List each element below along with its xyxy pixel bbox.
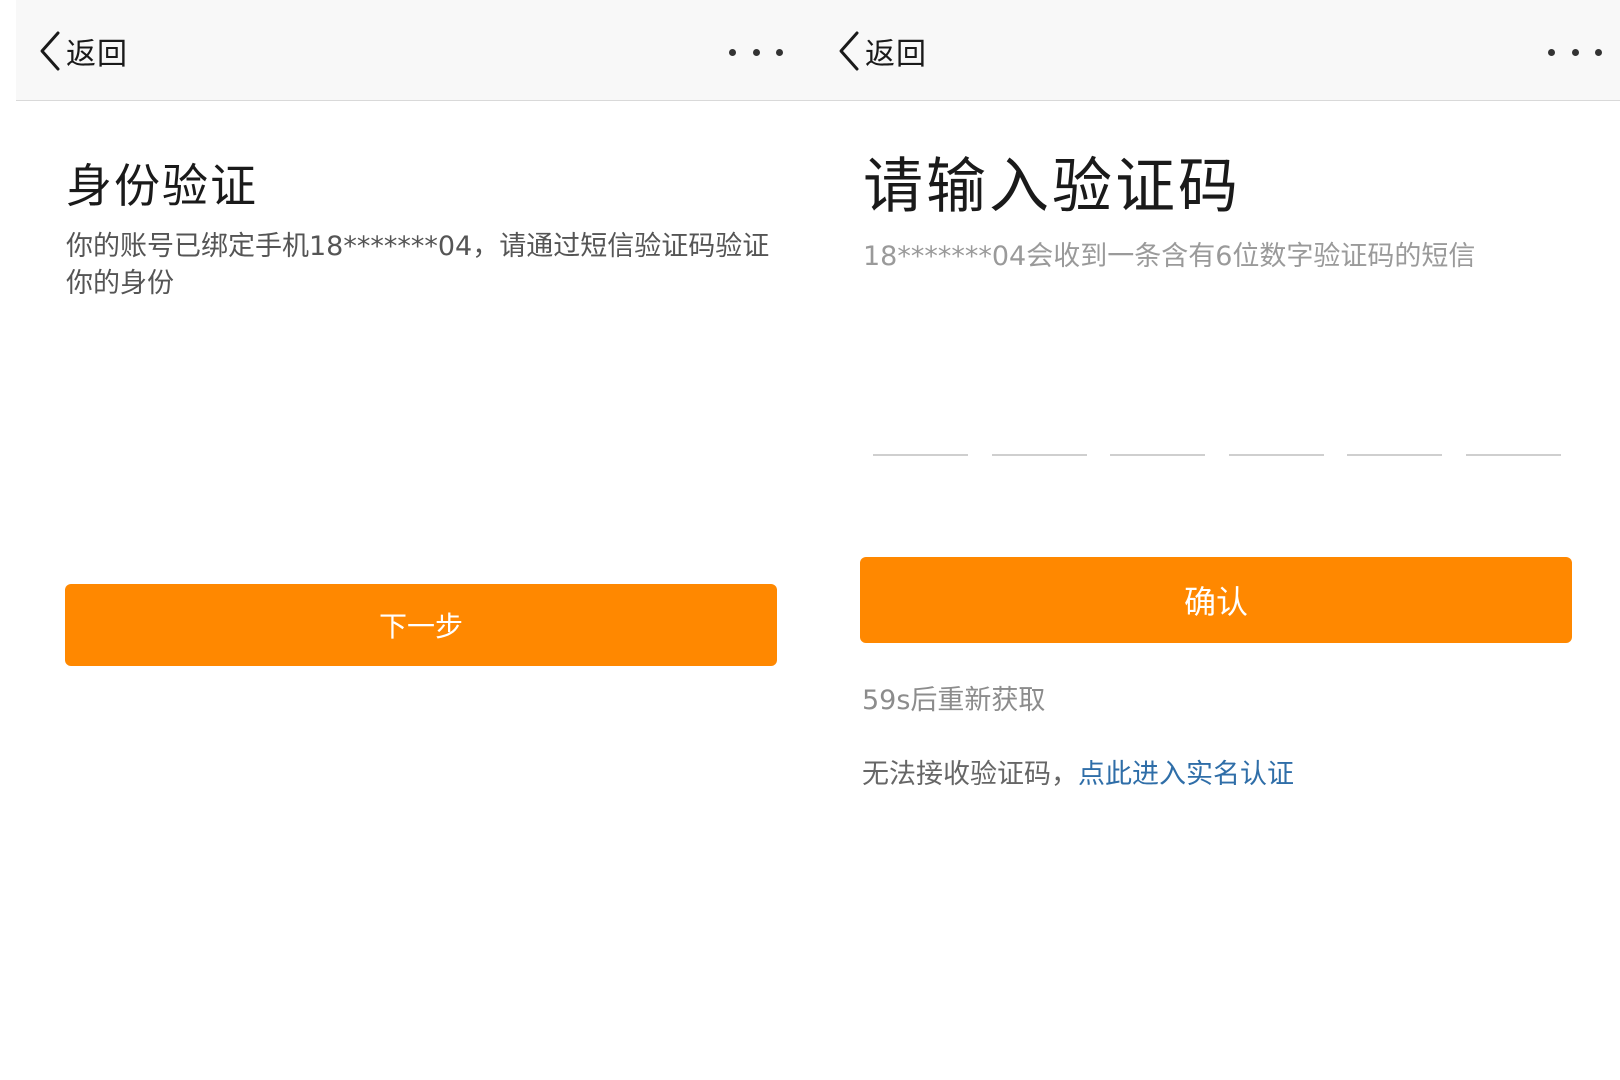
verification-code-input: [873, 380, 1561, 456]
confirm-button[interactable]: 确认: [860, 557, 1572, 643]
page-title: 身份验证: [66, 159, 258, 213]
code-digit-2[interactable]: [991, 380, 1087, 456]
sms-description: 18*******04会收到一条含有6位数字验证码的短信: [863, 241, 1476, 272]
next-step-label: 下一步: [378, 610, 463, 643]
top-nav-bar: 返回: [16, 0, 815, 101]
code-digit-1[interactable]: [873, 380, 968, 456]
chevron-left-icon: [839, 31, 859, 71]
page-title: 请输入验证码: [863, 152, 1241, 222]
more-dots-icon: [1548, 48, 1555, 56]
app-stage: 返回 身份验证 你的账号已绑定手机18*******04，请通过短信验证码验证你…: [0, 0, 1620, 1080]
back-button[interactable]: 返回: [837, 30, 927, 72]
more-dot: [752, 48, 760, 56]
code-digit-3[interactable]: [1110, 380, 1206, 456]
chevron-left-icon: [40, 31, 60, 71]
more-options-button[interactable]: [729, 42, 783, 62]
code-digit-6[interactable]: [1465, 380, 1561, 456]
more-dot: [1571, 48, 1579, 56]
more-dot: [1595, 48, 1602, 56]
enter-code-screen: 返回 请输入验证码 18*******04会收到一条含有6位数字验证码的短信 确…: [815, 0, 1620, 1080]
more-dots-icon: [729, 48, 736, 56]
code-digit-4[interactable]: [1228, 380, 1324, 456]
help-text: 无法接收验证码，: [862, 759, 1078, 790]
more-dot: [776, 48, 783, 56]
verification-description: 你的账号已绑定手机18*******04，请通过短信验证码验证你的身份: [66, 231, 770, 299]
identity-verification-screen: 返回 身份验证 你的账号已绑定手机18*******04，请通过短信验证码验证你…: [16, 0, 815, 1080]
code-digit-5[interactable]: [1347, 380, 1443, 456]
back-label: 返回: [865, 37, 927, 72]
next-step-button[interactable]: 下一步: [65, 584, 777, 666]
top-nav-bar: 返回: [815, 0, 1620, 101]
back-button[interactable]: 返回: [38, 30, 128, 72]
more-options-button[interactable]: [1548, 42, 1602, 62]
real-name-auth-link[interactable]: 点此进入实名认证: [1078, 759, 1294, 790]
resend-countdown: 59s后重新获取: [862, 685, 1046, 716]
confirm-label: 确认: [1183, 583, 1248, 621]
back-label: 返回: [66, 37, 128, 72]
cannot-receive-help: 无法接收验证码，点此进入实名认证: [862, 752, 1294, 791]
